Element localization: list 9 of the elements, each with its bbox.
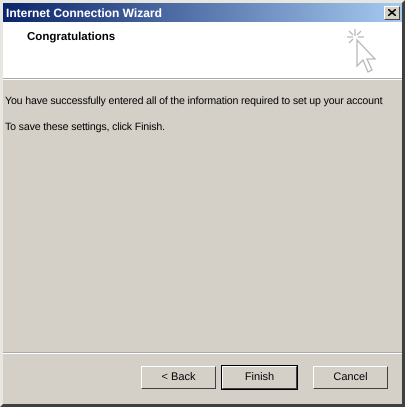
wizard-button[interactable]: < Back: [141, 366, 216, 388]
close-button[interactable]: [384, 6, 400, 20]
page-heading: Congratulations: [27, 31, 116, 43]
instruction-text: To save these settings, click Finish.: [5, 121, 166, 133]
close-icon: [388, 9, 396, 16]
instruction-text: You have successfully entered all of the information required to set up your account: [5, 95, 384, 107]
wizard-button[interactable]: Finish: [222, 366, 297, 388]
window-title: Internet Connection Wizard: [6, 6, 162, 20]
wizard-button[interactable]: Cancel: [313, 366, 388, 388]
